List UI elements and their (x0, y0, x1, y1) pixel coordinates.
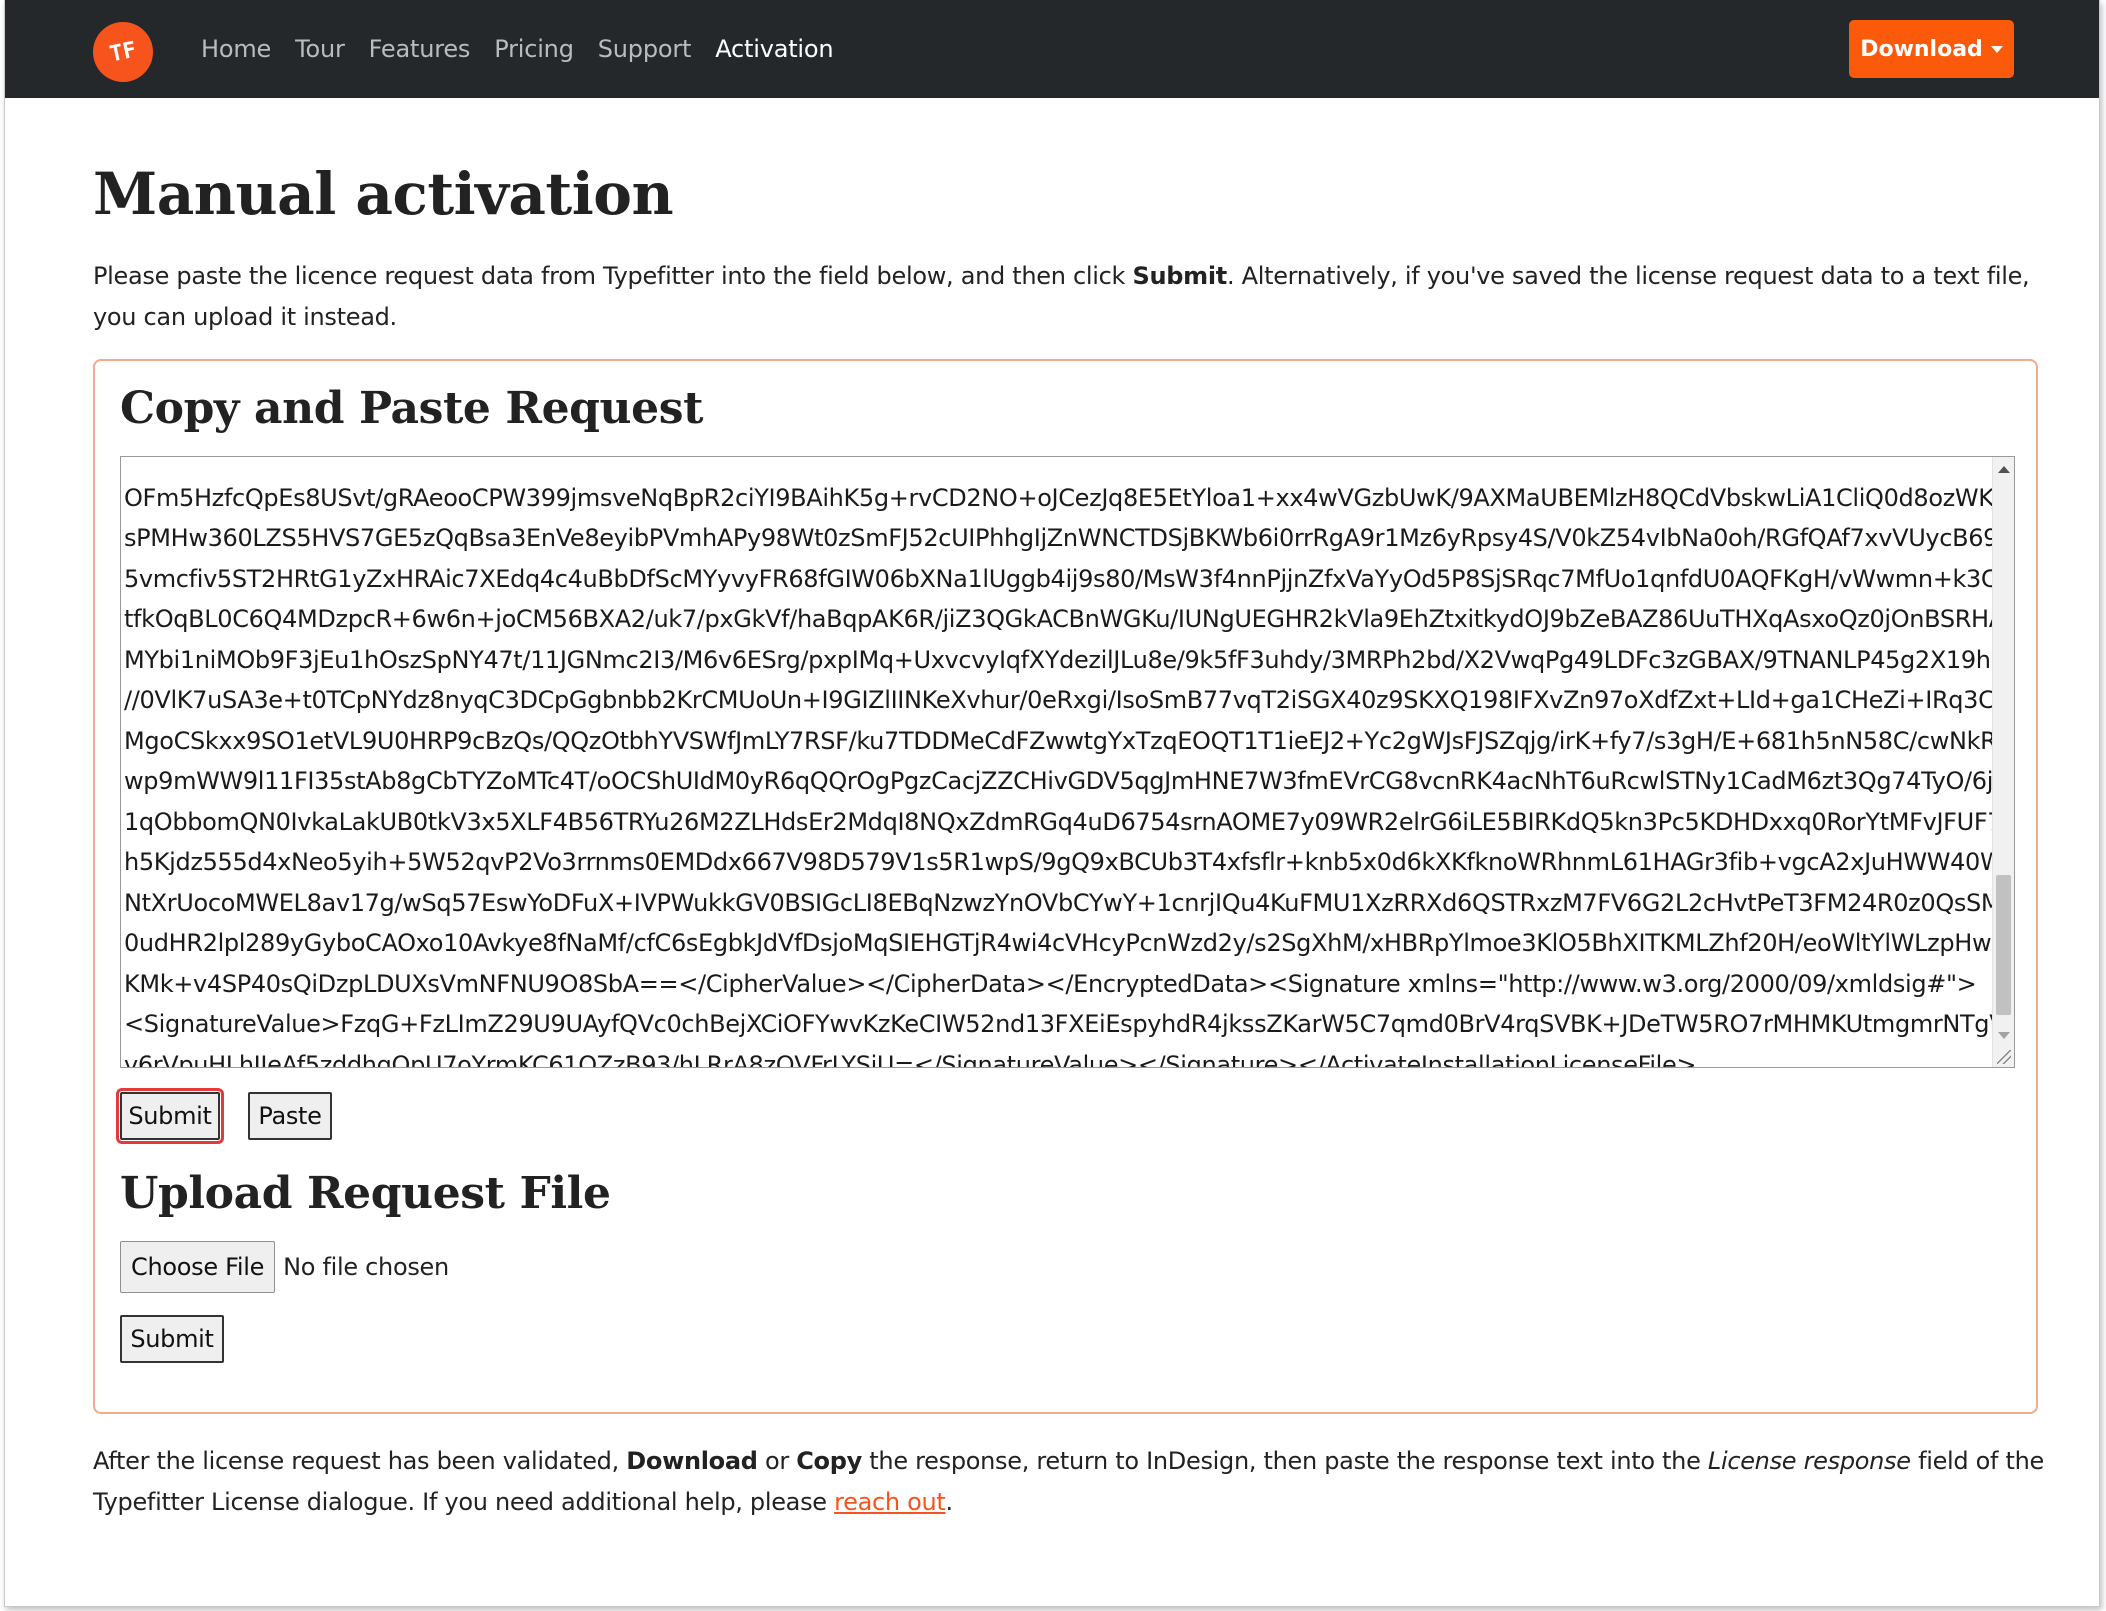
footer-download-bold: Download (626, 1447, 758, 1475)
browser-viewport: TF Home Tour Features Pricing Support Ac… (4, 0, 2100, 1607)
license-request-content: OFm5HzfcQpEs8USvt/gRAeooCPW399jmsveNqBpR… (124, 457, 1994, 1068)
textarea-scrollbar[interactable] (1992, 457, 2014, 1067)
paste-label: Paste (258, 1102, 322, 1130)
instructions-text: After the license request has been valid… (93, 1441, 2053, 1523)
footer-copy-bold: Copy (796, 1447, 862, 1475)
nav-links: Home Tour Features Pricing Support Activ… (201, 0, 857, 98)
nav-link-support[interactable]: Support (598, 35, 692, 63)
footer-t1: After the license request has been valid… (93, 1447, 627, 1475)
intro-text: Please paste the licence request data fr… (93, 256, 2043, 338)
nav-link-tour[interactable]: Tour (295, 35, 345, 63)
submit-upload-label: Submit (130, 1325, 214, 1353)
no-file-chosen-text: No file chosen (283, 1253, 449, 1281)
request-line: h5Kjdz555d4xNeo5yih+5W52qvP2Vo3rrnms0EMD… (124, 848, 1994, 876)
choose-file-label: Choose File (131, 1253, 265, 1281)
scrollbar-thumb[interactable] (1996, 875, 2011, 1015)
resize-grip-icon[interactable] (1997, 1050, 2011, 1064)
request-line: tfkOqBL0C6Q4MDzpcR+6w6n+joCM56BXA2/uk7/p… (124, 605, 1994, 633)
top-navbar: TF Home Tour Features Pricing Support Ac… (5, 0, 2099, 98)
request-line: NtXrUocoMWEL8av17g/wSq57EswYoDFuX+IVPWuk… (124, 888, 1994, 917)
request-line: MYbi1niMOb9F3jEu1hOszSpNY47t/11JGNmc2I3/… (124, 645, 1994, 674)
request-line (124, 457, 1994, 478)
submit-paste-label: Submit (128, 1102, 212, 1130)
choose-file-button[interactable]: Choose File (120, 1241, 276, 1293)
upload-section-heading: Upload Request File (120, 1168, 611, 1219)
scroll-down-arrow-icon[interactable] (1998, 1032, 2010, 1039)
intro-before: Please paste the licence request data fr… (93, 262, 1133, 290)
logo-text: TF (107, 37, 139, 67)
nav-link-features[interactable]: Features (369, 35, 471, 63)
request-line: v6rVpuHLhIIeAf5zddhgQpU7oYrmKC61QZzB93/h… (124, 1050, 1697, 1068)
request-line: OFm5HzfcQpEs8USvt/gRAeooCPW399jmsveNqBpR… (124, 483, 1994, 512)
footer-license-response-italic: License response (1707, 1447, 1911, 1475)
file-input[interactable]: Choose File No file chosen (120, 1241, 449, 1293)
request-line: <SignatureValue>FzqG+FzLImZ29U9UAyfQVc0c… (124, 1010, 1994, 1038)
activation-card: Copy and Paste Request OFm5HzfcQpEs8USvt… (93, 359, 2038, 1414)
nav-link-home[interactable]: Home (201, 35, 271, 63)
page-title: Manual activation (93, 160, 674, 228)
submit-paste-button[interactable]: Submit (116, 1088, 224, 1144)
submit-upload-button[interactable]: Submit (120, 1315, 224, 1363)
request-line: MgoCSkxx9SO1etVL9U0HRP9cBzQs/QQzOtbhYVSW… (124, 726, 1994, 755)
download-dropdown-button[interactable]: Download (1849, 20, 2014, 78)
footer-t5: . (945, 1488, 954, 1516)
download-label: Download (1860, 36, 1983, 62)
request-line: //0VlK7uSA3e+t0TCpNYdz8nyqC3DCpGgbnbb2Kr… (124, 686, 1994, 714)
nav-link-activation[interactable]: Activation (715, 35, 833, 63)
scroll-up-arrow-icon[interactable] (1998, 466, 2010, 473)
paste-section-heading: Copy and Paste Request (120, 383, 704, 434)
reach-out-link[interactable]: reach out (834, 1488, 946, 1516)
typefitter-logo[interactable]: TF (87, 16, 159, 88)
license-request-textarea[interactable]: OFm5HzfcQpEs8USvt/gRAeooCPW399jmsveNqBpR… (120, 456, 2015, 1068)
caret-down-icon (1990, 45, 2003, 53)
paste-button[interactable]: Paste (248, 1092, 332, 1140)
request-line: wp9mWW9l11FI35stAb8gCbTYZoMTc4T/oOCShUId… (124, 767, 1994, 795)
intro-submit-bold: Submit (1132, 262, 1227, 290)
request-line: 1qObbomQN0IvkaLakUB0tkV3x5XLF4B56TRYu26M… (124, 807, 1994, 836)
footer-t3: the response, return to InDesign, then p… (861, 1447, 1708, 1475)
request-line: sPMHw360LZS5HVS7GE5zQqBsa3EnVe8eyibPVmhA… (124, 524, 1994, 552)
footer-t2: or (757, 1447, 797, 1475)
nav-link-pricing[interactable]: Pricing (494, 35, 574, 63)
request-line: 5vmcfiv5ST2HRtG1yZxHRAic7XEdq4c4uBbDfScM… (124, 564, 1994, 593)
request-line: 0udHR2lpl289yGyboCAOxo10Avkye8fNaMf/cfC6… (124, 929, 1994, 957)
request-line: KMk+v4SP40sQiDzpLDUXsVmNFNU9O8SbA==</Cip… (124, 969, 1977, 998)
